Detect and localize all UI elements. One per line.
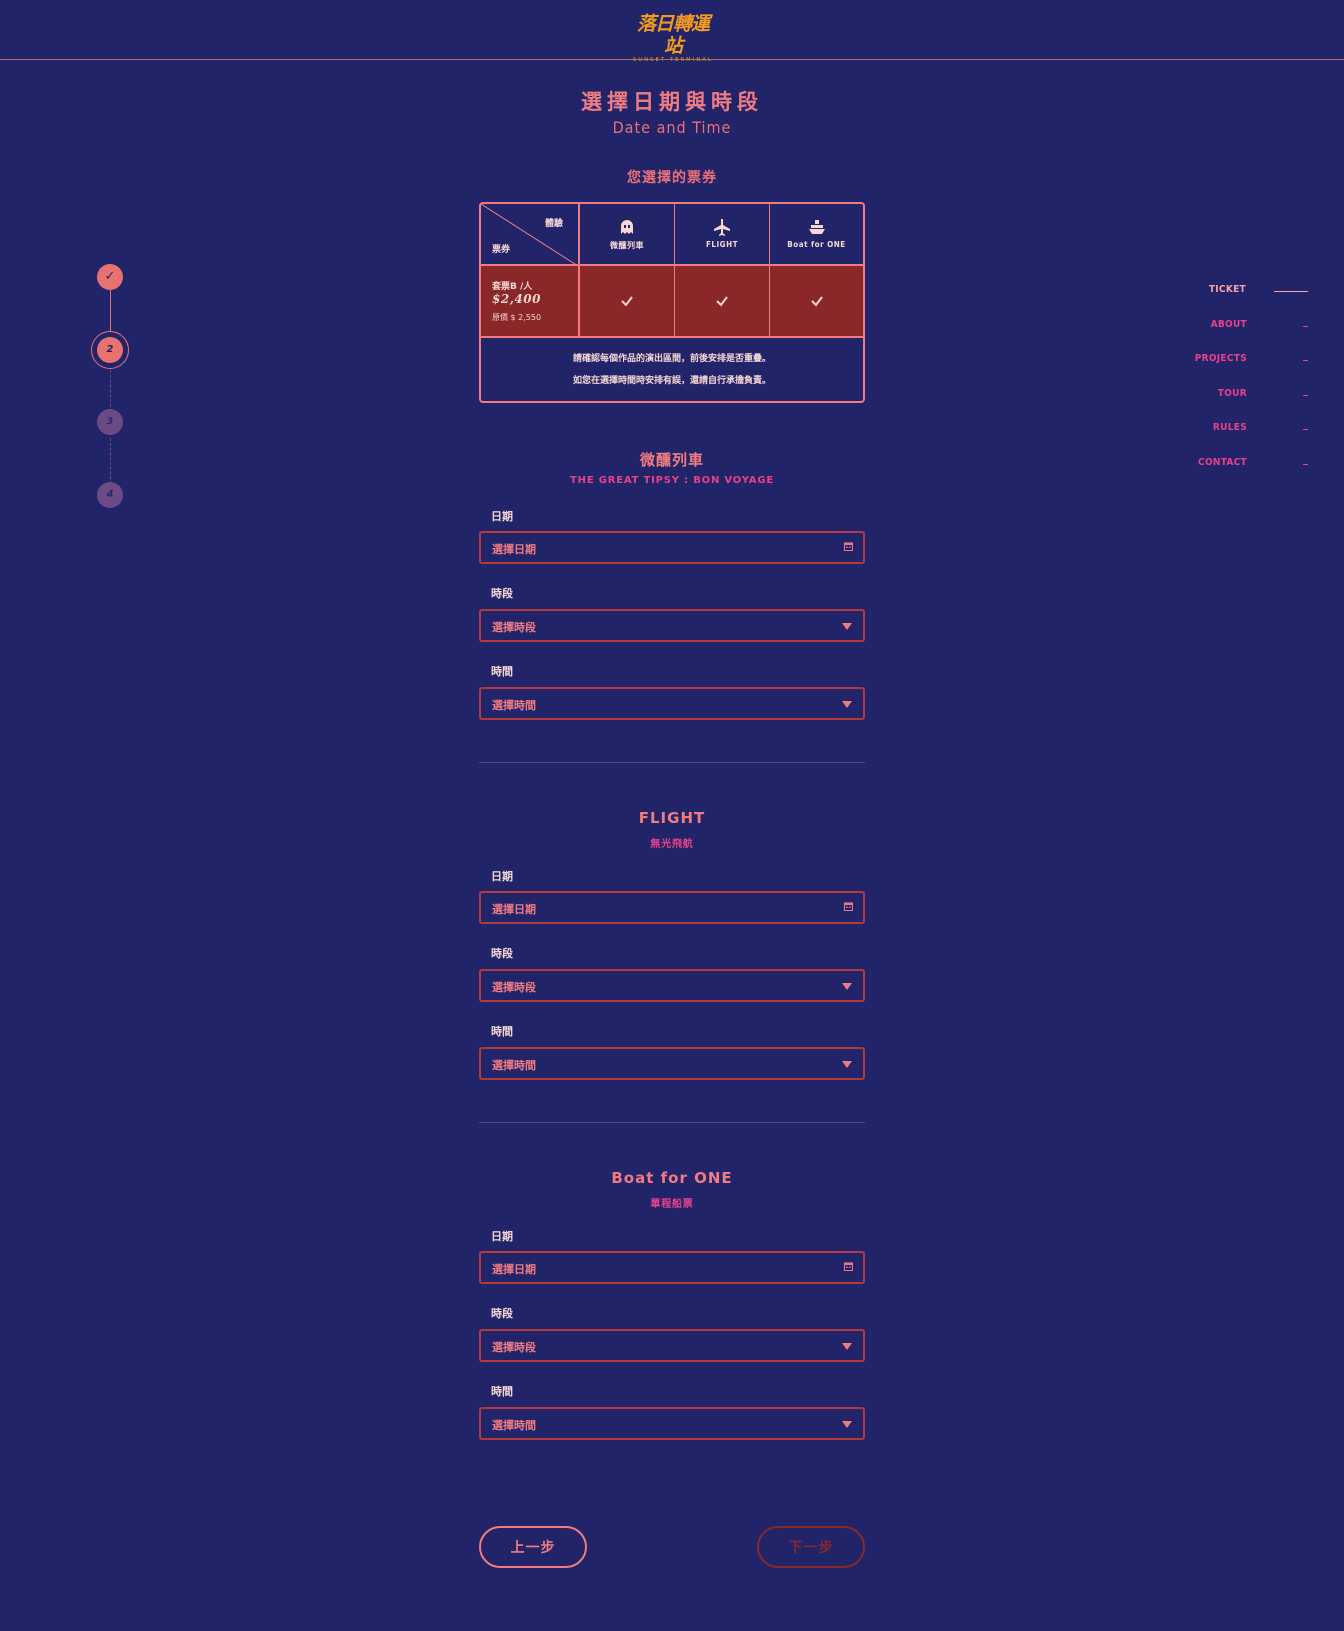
column-train: 微醺列車 bbox=[580, 204, 674, 266]
section-subtitle: 無光飛航 bbox=[650, 839, 694, 850]
section-title: Boat for ONE bbox=[611, 1169, 733, 1187]
note-line: 如您在選擇時間時安排有誤，還請自行承擔負責。 bbox=[572, 376, 771, 386]
time-placeholder: 選擇時間 bbox=[492, 1419, 536, 1432]
dropdown-arrow-icon bbox=[842, 983, 852, 990]
calendar-icon bbox=[844, 1262, 853, 1271]
section-divider bbox=[479, 762, 865, 763]
corner-experience-label: 體驗 bbox=[545, 219, 564, 229]
date-picker[interactable]: 選擇日期 bbox=[479, 531, 865, 564]
note-line: 請確認每個作品的演出區間，前後安排是否重疊。 bbox=[572, 354, 771, 364]
session-select[interactable]: 選擇時段 bbox=[479, 1329, 865, 1362]
next-step-button[interactable]: 下一步 bbox=[757, 1526, 865, 1568]
session-select[interactable]: 選擇時段 bbox=[479, 969, 865, 1002]
nav-dash bbox=[1303, 429, 1308, 430]
step-connector bbox=[110, 290, 111, 332]
date-label: 日期 bbox=[491, 510, 513, 523]
session-label: 時段 bbox=[491, 947, 513, 960]
boat-icon bbox=[808, 220, 825, 234]
nav-rules[interactable]: RULES bbox=[1213, 422, 1247, 433]
section-subtitle: 單程船票 bbox=[650, 1199, 694, 1210]
top-bar: 落日轉運站 SUNSET TERMINAL bbox=[0, 0, 1344, 63]
step-3: 3 bbox=[97, 409, 123, 435]
date-picker[interactable]: 選擇日期 bbox=[479, 1251, 865, 1284]
step-connector bbox=[110, 370, 111, 412]
logo[interactable]: 落日轉運站 SUNSET TERMINAL bbox=[633, 13, 713, 63]
column-boat-label: Boat for ONE bbox=[787, 240, 846, 249]
session-select[interactable]: 選擇時段 bbox=[479, 609, 865, 642]
nav-active-indicator bbox=[1274, 291, 1308, 292]
calendar-icon bbox=[844, 542, 853, 551]
nav-projects[interactable]: PROJECTS bbox=[1195, 353, 1247, 364]
ticket-summary-table: 體驗 票券 微醺列車 FLIGHT Boat for ONE 套票B /人 $2… bbox=[479, 202, 865, 403]
time-select[interactable]: 選擇時間 bbox=[479, 1407, 865, 1440]
page-title: 選擇日期與時段 bbox=[581, 90, 763, 114]
column-flight-label: FLIGHT bbox=[705, 240, 739, 249]
time-label: 時間 bbox=[491, 1385, 513, 1398]
date-placeholder: 選擇日期 bbox=[492, 1263, 536, 1276]
nav-dash bbox=[1303, 360, 1308, 361]
column-boat: Boat for ONE bbox=[770, 204, 863, 266]
column-train-label: 微醺列車 bbox=[610, 241, 644, 250]
section-divider bbox=[479, 1122, 865, 1123]
check-icon bbox=[811, 296, 823, 307]
selected-tickets-heading: 您選擇的票券 bbox=[627, 170, 717, 186]
calendar-icon bbox=[844, 902, 853, 911]
package-name: 套票B /人 bbox=[492, 282, 533, 292]
session-placeholder: 選擇時段 bbox=[492, 981, 536, 994]
date-placeholder: 選擇日期 bbox=[492, 903, 536, 916]
plane-icon bbox=[714, 219, 730, 236]
logo-sub-text: SUNSET TERMINAL bbox=[633, 57, 713, 63]
session-placeholder: 選擇時段 bbox=[492, 621, 536, 634]
corner-diagonal bbox=[481, 204, 578, 266]
time-select[interactable]: 選擇時間 bbox=[479, 687, 865, 720]
nav-tour[interactable]: TOUR bbox=[1218, 388, 1247, 399]
prev-step-button[interactable]: 上一步 bbox=[479, 1526, 587, 1568]
corner-ticket-label: 票券 bbox=[492, 245, 511, 255]
date-label: 日期 bbox=[491, 870, 513, 883]
date-placeholder: 選擇日期 bbox=[492, 543, 536, 556]
time-label: 時間 bbox=[491, 1025, 513, 1038]
time-label: 時間 bbox=[491, 665, 513, 678]
session-placeholder: 選擇時段 bbox=[492, 1341, 536, 1354]
section-subtitle: THE GREAT TIPSY : BON VOYAGE bbox=[570, 475, 774, 486]
dropdown-arrow-icon bbox=[842, 1061, 852, 1068]
package-original-price: 原價 $ 2,550 bbox=[492, 313, 542, 322]
time-placeholder: 選擇時間 bbox=[492, 1059, 536, 1072]
logo-main-text: 落日轉運站 bbox=[636, 13, 710, 57]
check-icon bbox=[621, 296, 633, 307]
dropdown-arrow-icon bbox=[842, 701, 852, 708]
nav-dash bbox=[1303, 326, 1308, 327]
ticket-notes: 請確認每個作品的演出區間，前後安排是否重疊。 如您在選擇時間時安排有誤，還請自行… bbox=[481, 348, 863, 392]
nav-about[interactable]: ABOUT bbox=[1211, 319, 1247, 330]
nav-dash bbox=[1303, 395, 1308, 396]
date-label: 日期 bbox=[491, 1230, 513, 1243]
time-select[interactable]: 選擇時間 bbox=[479, 1047, 865, 1080]
section-title: 微醺列車 bbox=[639, 451, 704, 469]
column-flight: FLIGHT bbox=[675, 204, 769, 266]
check-icon bbox=[716, 296, 728, 307]
time-placeholder: 選擇時間 bbox=[492, 699, 536, 712]
date-picker[interactable]: 選擇日期 bbox=[479, 891, 865, 924]
section-title: FLIGHT bbox=[638, 809, 706, 827]
nav-ticket[interactable]: TICKET bbox=[1209, 284, 1246, 295]
ghost-icon bbox=[621, 220, 633, 234]
dropdown-arrow-icon bbox=[842, 1421, 852, 1428]
session-label: 時段 bbox=[491, 1307, 513, 1320]
session-label: 時段 bbox=[491, 587, 513, 600]
step-1-done[interactable]: ✓ bbox=[97, 264, 123, 290]
dropdown-arrow-icon bbox=[842, 1343, 852, 1350]
package-price: $2,400 bbox=[492, 292, 541, 306]
page-subtitle: Date and Time bbox=[612, 118, 732, 137]
dropdown-arrow-icon bbox=[842, 623, 852, 630]
row-divider bbox=[481, 336, 863, 338]
step-2-current[interactable]: 2 bbox=[97, 337, 123, 363]
